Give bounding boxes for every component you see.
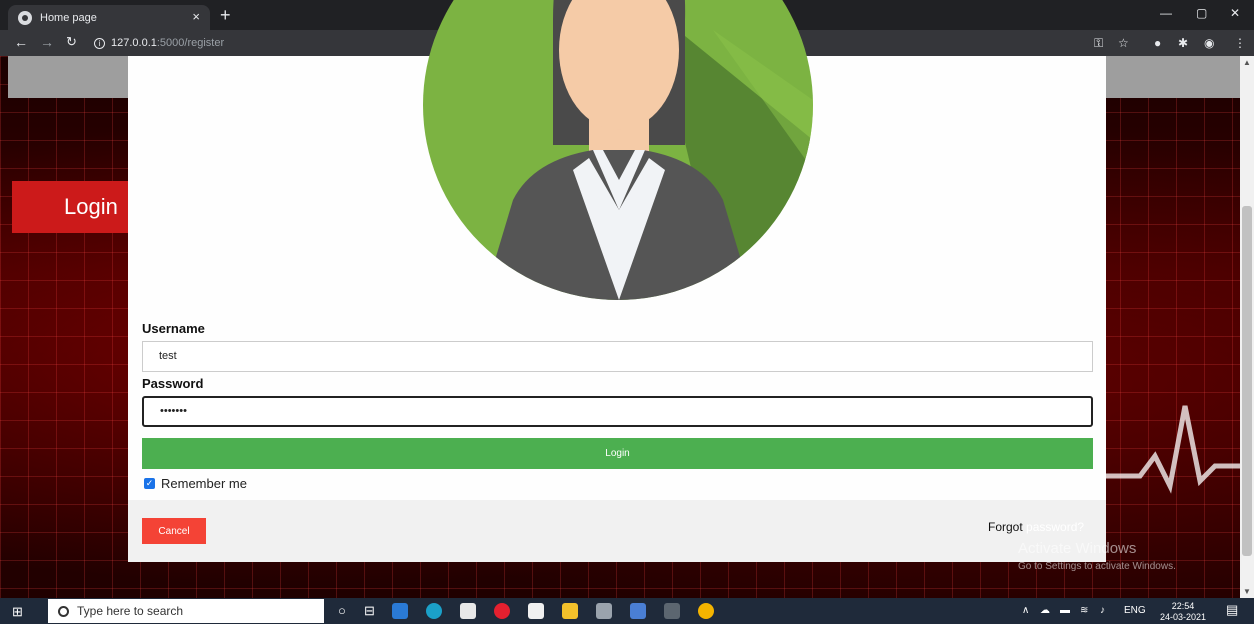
remember-label: Remember me [161, 476, 247, 491]
back-icon[interactable]: ← [14, 34, 28, 50]
remember-me[interactable]: ✓ Remember me [144, 476, 247, 491]
language-indicator[interactable]: ENG [1124, 605, 1146, 616]
watermark-line2: Go to Settings to activate Windows. [1018, 561, 1176, 572]
extension-icon[interactable]: ● [1154, 36, 1161, 50]
windows-start-icon[interactable]: ⊞ [12, 604, 23, 620]
maximize-icon[interactable]: ▢ [1196, 6, 1207, 20]
taskbar-search[interactable]: Type here to search [48, 599, 324, 623]
database-icon[interactable] [596, 603, 612, 619]
mail-icon[interactable] [392, 603, 408, 619]
scroll-down-icon[interactable]: ▼ [1243, 587, 1251, 596]
clock-date: 24-03-2021 [1160, 612, 1207, 622]
notification-icon[interactable]: ▤ [1226, 602, 1238, 618]
login-header[interactable]: Login [12, 181, 142, 233]
terminal-icon[interactable] [664, 603, 680, 619]
url-path: :5000/register [156, 37, 225, 49]
scrollbar[interactable]: ▲ ▼ [1240, 56, 1254, 598]
wifi-icon[interactable]: ≋ [1080, 605, 1088, 616]
puzzle-icon[interactable]: ✱ [1178, 36, 1188, 50]
modal-footer: Cancel Forgot password? [128, 500, 1106, 562]
forgot-password-link[interactable]: password? [1026, 520, 1084, 534]
forward-icon[interactable]: → [40, 34, 54, 50]
chevron-up-icon[interactable]: ∧ [1022, 605, 1029, 616]
clock-time: 22:54 [1171, 601, 1195, 611]
editor-icon[interactable] [630, 603, 646, 619]
chrome-icon[interactable] [698, 603, 714, 619]
tab-close-icon[interactable]: × [192, 9, 200, 24]
minimize-icon[interactable]: — [1160, 6, 1172, 20]
cancel-button[interactable]: Cancel [142, 518, 206, 544]
tab-title: Home page [40, 11, 97, 24]
new-tab-icon[interactable]: + [220, 5, 231, 25]
heartbeat-line [1100, 405, 1240, 494]
username-input[interactable]: test [142, 341, 1093, 372]
edge-icon[interactable] [426, 603, 442, 619]
clock[interactable]: 22:54 24-03-2021 [1160, 601, 1206, 623]
username-label: Username [142, 321, 205, 336]
opera-icon[interactable] [494, 603, 510, 619]
onedrive-icon[interactable]: ☁ [1040, 605, 1050, 616]
menu-dots-icon[interactable]: ⋮ [1234, 36, 1246, 50]
search-icon [58, 605, 69, 617]
browser-tab[interactable]: Home page × [8, 5, 210, 30]
cortana-icon[interactable]: ○ [338, 603, 346, 618]
password-label: Password [142, 376, 204, 391]
activate-windows-watermark: Activate Windows Go to Settings to activ… [1018, 540, 1176, 572]
scroll-thumb[interactable] [1242, 206, 1252, 556]
login-button[interactable]: Login [142, 438, 1093, 469]
task-view-icon[interactable]: ⊟ [364, 603, 375, 619]
globe-icon [18, 10, 32, 25]
forgot-text: Forgot [988, 520, 1023, 534]
reload-icon[interactable]: ↻ [66, 34, 77, 50]
close-icon[interactable]: ✕ [1230, 6, 1240, 20]
scroll-up-icon[interactable]: ▲ [1243, 58, 1251, 67]
star-icon[interactable]: ☆ [1118, 36, 1129, 50]
watermark-line1: Activate Windows [1018, 540, 1137, 557]
password-input[interactable]: ••••••• [142, 396, 1093, 427]
avatar [423, 0, 813, 300]
volume-icon[interactable]: ♪ [1100, 605, 1105, 616]
key-icon[interactable]: ⚿ [1094, 36, 1103, 51]
search-placeholder: Type here to search [77, 604, 184, 618]
folder-icon[interactable] [562, 603, 578, 619]
login-modal: Username test Password ••••••• Login ✓ R… [128, 0, 1106, 562]
info-icon[interactable]: i [94, 37, 105, 49]
profile-avatar-icon[interactable]: ◉ [1204, 36, 1214, 50]
url-host: 127.0.0.1 [111, 37, 157, 49]
battery-icon[interactable]: ▬ [1060, 605, 1070, 616]
taskbar: ⊞ Type here to search ○ ⊟ ∧ ☁ ▬ ≋ ♪ ENG … [0, 598, 1254, 624]
file-icon[interactable] [528, 603, 544, 619]
checkbox-checked-icon[interactable]: ✓ [144, 478, 155, 489]
store-icon[interactable] [460, 603, 476, 619]
forgot-password: Forgot password? [988, 520, 1084, 534]
